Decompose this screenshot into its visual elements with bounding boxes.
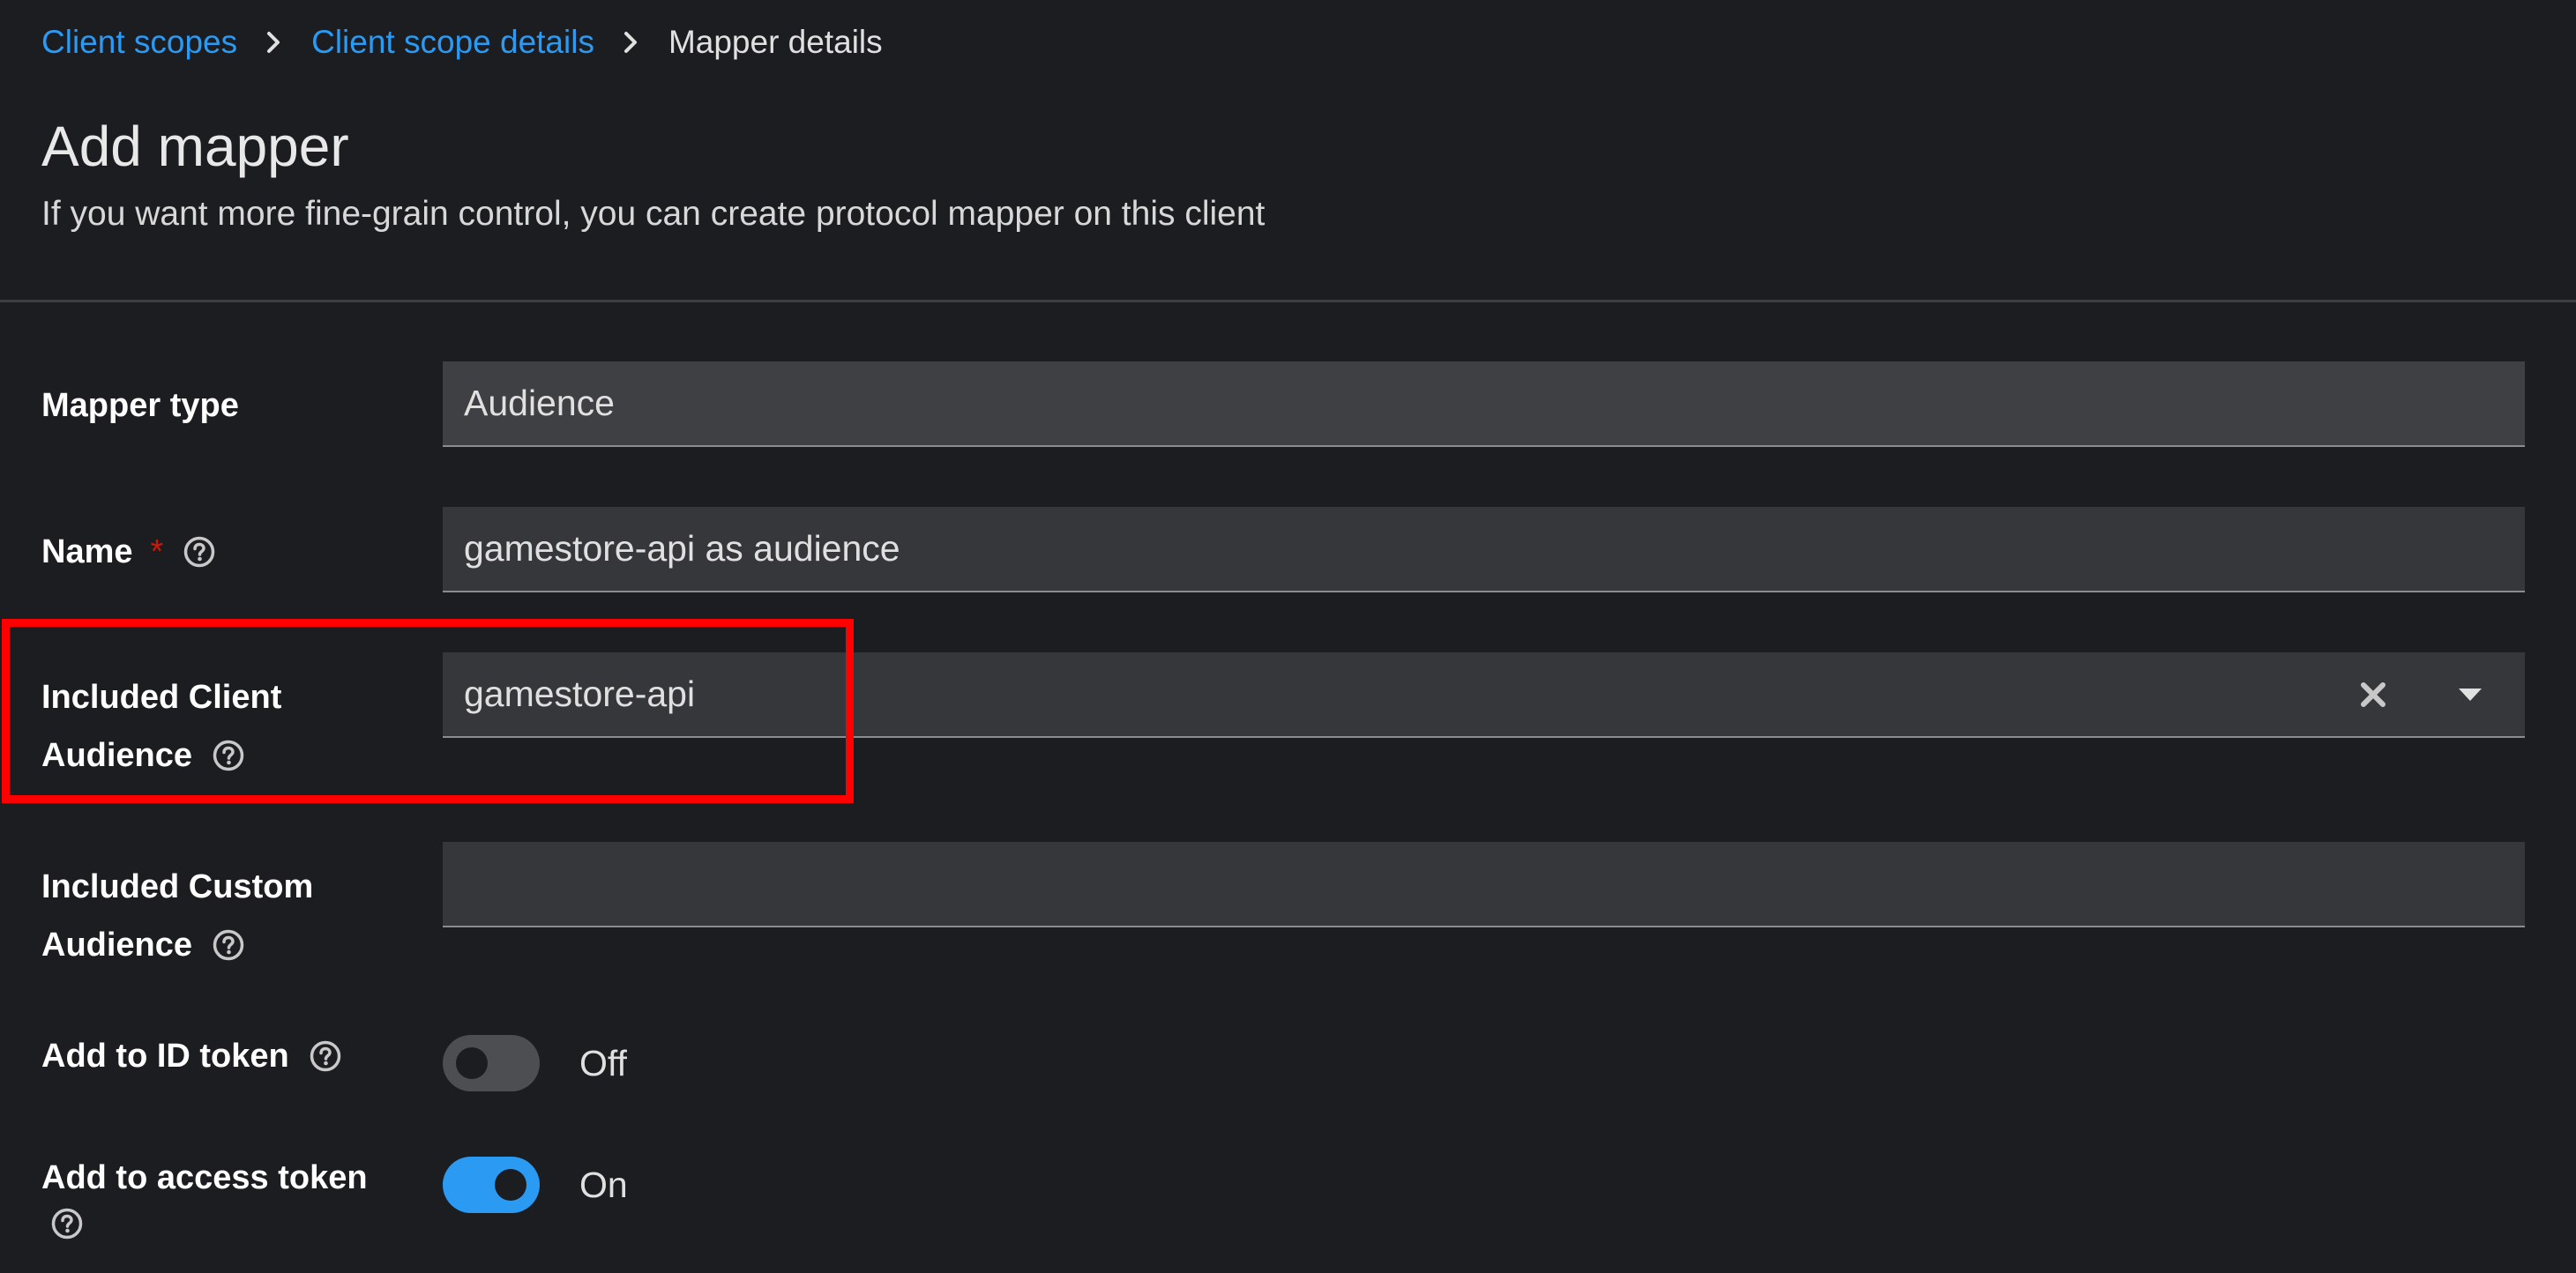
add-to-id-token-label-text: Add to ID token [41, 1038, 289, 1075]
mapper-type-label-text: Mapper type [41, 387, 239, 424]
page-title: Add mapper [41, 115, 349, 178]
mapper-type-value: Audience [464, 383, 615, 423]
included-custom-audience-label-line1: Included Custom [41, 868, 314, 905]
add-to-id-token-state: Off [579, 1043, 627, 1083]
mapper-type-field: Audience [443, 361, 2525, 447]
chevron-right-icon [594, 19, 668, 65]
header-divider [0, 300, 2576, 302]
question-circle-icon[interactable] [309, 1039, 342, 1073]
question-circle-icon[interactable] [183, 535, 216, 569]
breadcrumb-current: Mapper details [668, 24, 883, 60]
add-to-id-token-switch[interactable] [443, 1035, 540, 1091]
question-circle-icon[interactable] [50, 1207, 84, 1240]
included-custom-audience-label: Included Custom Audience [41, 858, 313, 974]
add-to-access-token-switch[interactable] [443, 1157, 540, 1213]
included-custom-audience-input[interactable] [443, 842, 2525, 926]
question-circle-icon[interactable] [212, 928, 245, 962]
name-label-text: Name [41, 533, 133, 570]
name-label: Name * [41, 523, 216, 581]
breadcrumb-link-client-scopes[interactable]: Client scopes [41, 24, 237, 61]
page-description: If you want more fine-grain control, you… [41, 195, 1266, 233]
name-field[interactable] [443, 507, 2525, 592]
caret-down-icon[interactable] [2444, 668, 2497, 721]
add-to-id-token-label: Add to ID token [41, 1027, 342, 1085]
included-custom-audience-label-line2: Audience [41, 927, 193, 964]
add-to-access-token-label-text: Add to access token [41, 1159, 368, 1196]
name-input[interactable] [443, 507, 2525, 591]
switch-knob [456, 1047, 488, 1079]
switch-knob [495, 1169, 526, 1201]
required-indicator: * [150, 533, 164, 570]
breadcrumb-link-client-scope-details[interactable]: Client scope details [311, 24, 594, 61]
app-root: Client scopes Client scope details Mappe… [0, 0, 2576, 1273]
add-to-access-token-state: On [579, 1165, 628, 1205]
chevron-right-icon [237, 19, 311, 65]
highlight-annotation-box [2, 619, 854, 803]
add-to-access-token-label: Add to access token [41, 1149, 368, 1240]
close-icon[interactable] [2347, 668, 2400, 721]
breadcrumb: Client scopes Client scope details Mappe… [41, 19, 883, 65]
included-custom-audience-field[interactable] [443, 842, 2525, 927]
mapper-type-label: Mapper type [41, 376, 239, 435]
